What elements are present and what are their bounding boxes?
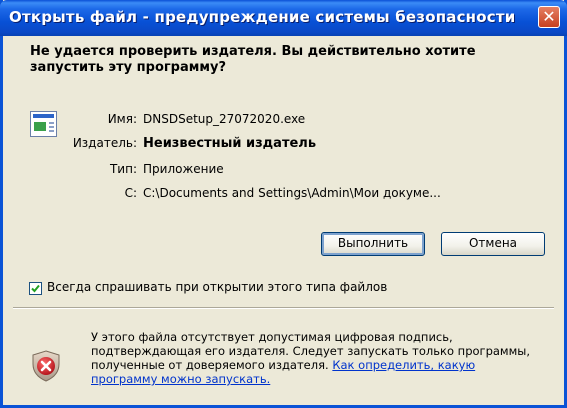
publisher-value: Неизвестный издатель	[143, 136, 317, 151]
name-value: DNSDSetup_27072020.exe	[143, 112, 306, 126]
always-ask-checkbox[interactable]	[29, 282, 42, 295]
from-row: С: C:\Documents and Settings\Admin\Мои д…	[3, 186, 567, 204]
from-value: C:\Documents and Settings\Admin\Мои доку…	[143, 186, 441, 200]
security-shield-icon	[32, 350, 60, 382]
type-label: Тип:	[109, 162, 137, 176]
question-text: Не удается проверить издателя. Вы действ…	[30, 44, 476, 75]
window-title: Открыть файл - предупреждение системы бе…	[9, 8, 516, 26]
warning-text: У этого файла отсутствует допустимая циф…	[91, 330, 531, 386]
close-button[interactable]: ✕	[538, 6, 560, 28]
name-row: Имя: DNSDSetup_27072020.exe	[3, 112, 567, 130]
title-bar[interactable]: Открыть файл - предупреждение системы бе…	[0, 0, 567, 36]
name-label: Имя:	[107, 112, 137, 126]
cancel-button[interactable]: Отмена	[441, 232, 545, 256]
type-value: Приложение	[143, 162, 224, 176]
security-warning-dialog: Открыть файл - предупреждение системы бе…	[0, 0, 567, 408]
checkmark-icon	[31, 284, 40, 293]
always-ask-label[interactable]: Всегда спрашивать при открытии этого тип…	[47, 280, 387, 294]
run-button[interactable]: Выполнить	[321, 232, 425, 256]
from-label: С:	[124, 186, 137, 200]
publisher-row: Издатель: Неизвестный издатель	[3, 136, 567, 154]
publisher-label: Издатель:	[72, 136, 137, 150]
type-row: Тип: Приложение	[3, 162, 567, 180]
